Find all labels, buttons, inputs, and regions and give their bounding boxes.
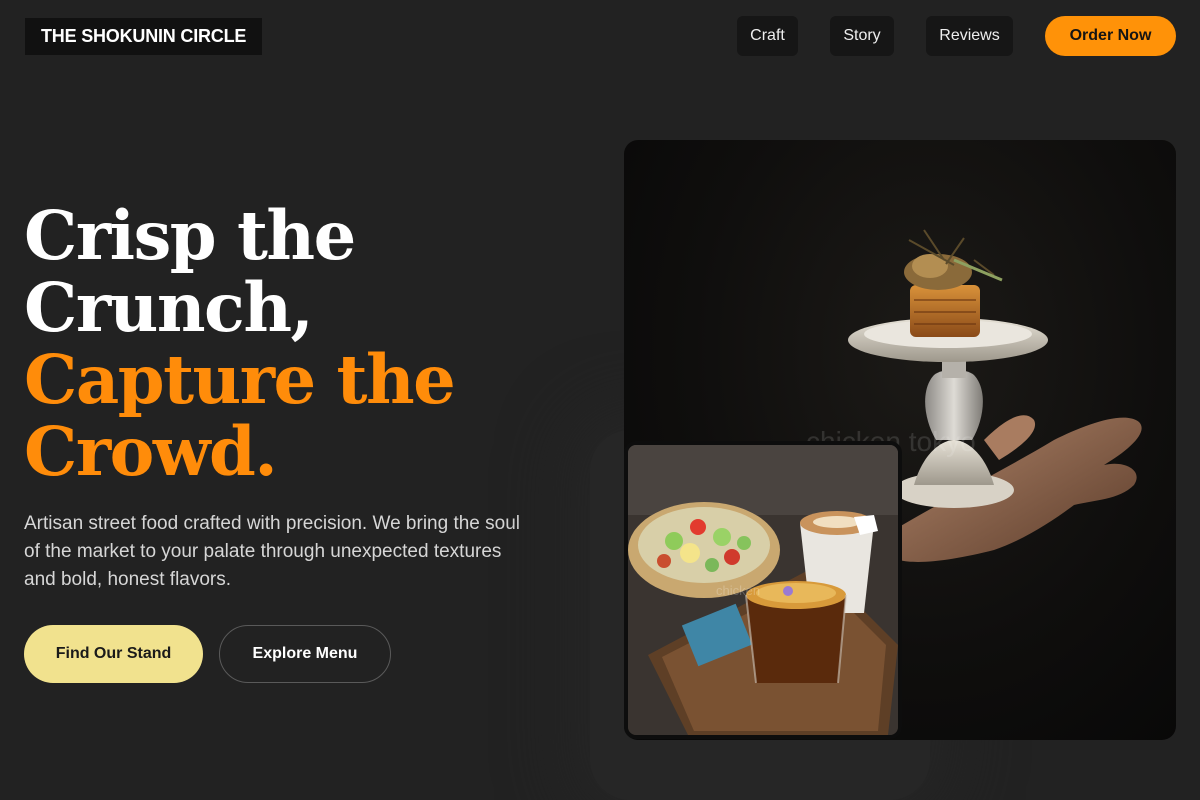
order-now-button[interactable]: Order Now bbox=[1045, 16, 1176, 56]
nav-item-reviews[interactable]: Reviews bbox=[926, 16, 1013, 56]
bowl-and-drinks-illustration bbox=[628, 445, 898, 735]
headline-line-2: Crunch, bbox=[24, 268, 314, 347]
headline-line-3: Capture the bbox=[24, 340, 456, 419]
hero-headline: Crisp the Crunch, Capture the Crowd. bbox=[24, 200, 584, 488]
hero-inset-photo: chicken bbox=[624, 441, 902, 739]
nav-item-story[interactable]: Story bbox=[830, 16, 894, 56]
brand-logo[interactable]: THE SHOKUNIN CIRCLE bbox=[25, 18, 263, 55]
landing-page: THE SHOKUNIN CIRCLE Craft Story Reviews … bbox=[0, 0, 1200, 800]
headline-line-4: Crowd. bbox=[24, 412, 278, 491]
site-header: THE SHOKUNIN CIRCLE Craft Story Reviews … bbox=[0, 0, 1200, 72]
nav-item-craft[interactable]: Craft bbox=[737, 16, 798, 56]
headline-line-1: Crisp the bbox=[24, 196, 356, 275]
hero-description: Artisan street food crafted with precisi… bbox=[24, 513, 521, 590]
inset-photo-watermark: chicken bbox=[716, 583, 761, 598]
explore-menu-button[interactable]: Explore Menu bbox=[219, 625, 391, 683]
find-our-stand-button[interactable]: Find Our Stand bbox=[24, 625, 203, 683]
